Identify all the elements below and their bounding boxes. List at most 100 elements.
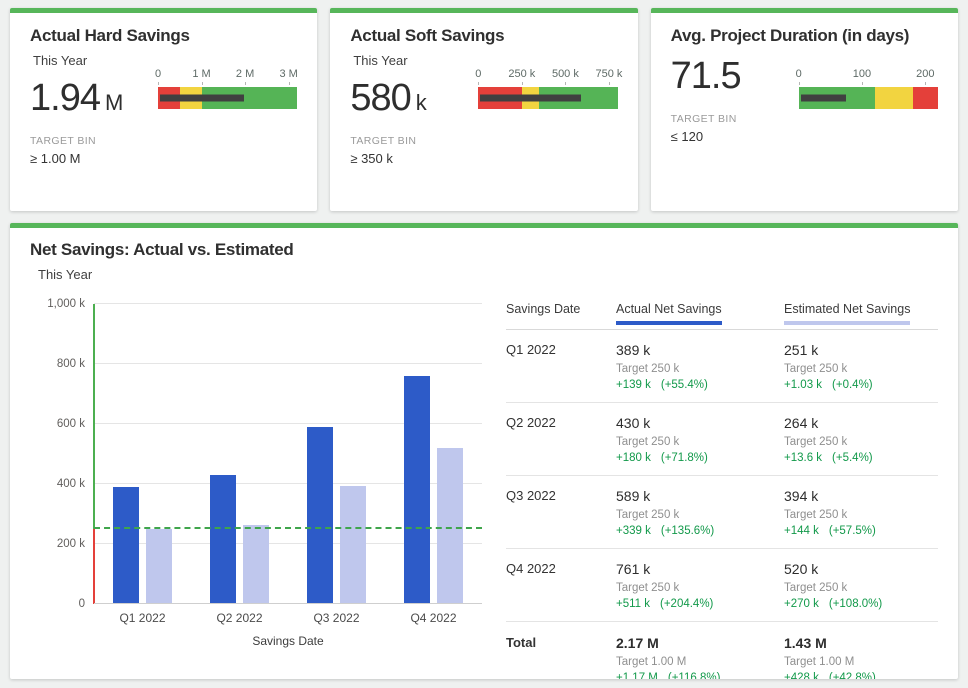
variance-percent: (+116.8%)	[668, 672, 721, 679]
x-axis-line	[94, 603, 482, 604]
bar-estimated-q3-2022[interactable]	[340, 486, 366, 604]
table-row-q1-2022[interactable]: Q1 2022 389 k Target 250 k +139 k(+55.4%) 25…	[506, 330, 938, 403]
y-tick-label: 600 k	[57, 418, 94, 430]
cell-value: 394 k	[784, 488, 938, 504]
bullet-tick-mark	[522, 82, 523, 85]
bullet-track	[799, 87, 938, 109]
bullet-axis: 01 M2 M3 M	[158, 68, 297, 85]
cell-actual: 589 kTarget 250 k+339 k(+135.6%)	[616, 488, 770, 537]
target-bin-label: TARGET BIN	[671, 113, 789, 125]
target-bin-value: ≥ 350 k	[350, 151, 468, 166]
cell-target: Target 1.00 M	[784, 656, 938, 668]
kpi-card-actual-soft-savings: Actual Soft Savings This Year 580 k TARG…	[330, 8, 637, 211]
row-label: Q3 2022	[506, 488, 602, 537]
cell-variance: +511 k(+204.4%)	[616, 598, 770, 610]
cell-estimated: 264 kTarget 250 k+13.6 k(+5.4%)	[784, 415, 938, 464]
bar-actual-q1-2022[interactable]	[113, 487, 139, 604]
bullet-tick-label: 1 M	[192, 68, 210, 80]
target-bin-value: ≥ 1.00 M	[30, 151, 148, 166]
bullet-axis: 0100200	[799, 68, 938, 85]
col-header-estimated: Estimated Net Savings	[784, 302, 910, 325]
variance-absolute: +511 k	[616, 598, 650, 610]
cell-target: Target 250 k	[784, 436, 938, 448]
cell-variance: +339 k(+135.6%)	[616, 525, 770, 537]
kpi-card-actual-hard-savings: Actual Hard Savings This Year 1.94 M TAR…	[10, 8, 317, 211]
bar-estimated-q1-2022[interactable]	[146, 529, 172, 604]
bullet-tick-mark	[799, 82, 800, 85]
cell-estimated: 1.43 MTarget 1.00 M+428 k(+42.8%)	[784, 635, 938, 679]
row-label: Total	[506, 635, 602, 679]
variance-percent: (+135.6%)	[661, 525, 714, 537]
variance-percent: (+108.0%)	[829, 598, 882, 610]
cell-variance: +1.17 M (+116.8%)	[616, 672, 770, 679]
cell-value: 2.17 M	[616, 635, 770, 651]
y-tick-label: 1,000 k	[47, 298, 94, 310]
bullet-tick-label: 0	[155, 68, 161, 80]
target-line	[94, 527, 482, 529]
bullet-tick-mark	[478, 82, 479, 85]
bullet-band-bad	[913, 87, 938, 109]
target-bin-label: TARGET BIN	[350, 135, 468, 147]
col-header-actual: Actual Net Savings	[616, 302, 722, 325]
cell-target: Target 1.00 M	[616, 656, 770, 668]
variance-absolute: +1.17 M	[616, 672, 658, 679]
cell-target: Target 250 k	[784, 363, 938, 375]
bar-estimated-q4-2022[interactable]	[437, 448, 463, 604]
bar-groups	[94, 304, 482, 604]
bullet-tick-label: 750 k	[595, 68, 622, 80]
target-bin-label: TARGET BIN	[30, 135, 148, 147]
bullet-tick-mark	[862, 82, 863, 85]
variance-absolute: +180 k	[616, 452, 651, 464]
cell-actual: 2.17 M Target 1.00 M +1.17 M (+116.8%)	[616, 635, 770, 679]
x-tick-label: Q4 2022	[385, 611, 482, 625]
bar-group-q3-2022	[288, 304, 385, 604]
y-tick-label: 800 k	[57, 358, 94, 370]
net-savings-card: Net Savings: Actual vs. Estimated This Y…	[10, 223, 958, 679]
kpi-value: 580 k	[350, 77, 468, 120]
cell-target: Target 250 k	[616, 582, 770, 594]
bullet-chart-project-duration: 0100200	[789, 68, 938, 144]
bar-actual-q3-2022[interactable]	[307, 427, 333, 604]
kpi-subtitle: This Year	[33, 53, 148, 68]
variance-percent: (+57.5%)	[829, 525, 876, 537]
variance-absolute: +270 k	[784, 598, 819, 610]
variance-percent: (+71.8%)	[661, 452, 708, 464]
kpi-value-number: 71.5	[671, 55, 741, 98]
table-row-q2-2022[interactable]: Q2 2022430 kTarget 250 k+180 k(+71.8%)26…	[506, 403, 938, 476]
kpi-subtitle: This Year	[353, 53, 468, 68]
bullet-tick-mark	[245, 82, 246, 85]
cell-value: 589 k	[616, 488, 770, 504]
cell-value: 1.43 M	[784, 635, 938, 651]
bullet-value-bar	[801, 95, 846, 102]
cell-estimated: 251 k Target 250 k +1.03 k (+0.4%)	[784, 342, 938, 391]
bar-chart: 0200 k400 k600 k800 k1,000 k Q1 2022Q2 2…	[30, 290, 482, 679]
cell-value: 389 k	[616, 342, 770, 358]
cell-estimated: 394 kTarget 250 k+144 k(+57.5%)	[784, 488, 938, 537]
kpi-value-number: 1.94	[30, 77, 100, 120]
cell-value: 251 k	[784, 342, 938, 358]
cell-variance: +139 k(+55.4%)	[616, 379, 770, 391]
bullet-tick-mark	[925, 82, 926, 85]
cell-target: Target 250 k	[784, 582, 938, 594]
bullet-tick-label: 250 k	[508, 68, 535, 80]
bullet-track	[158, 87, 297, 109]
bar-actual-q4-2022[interactable]	[404, 376, 430, 604]
chart-title: Net Savings: Actual vs. Estimated	[30, 240, 938, 260]
kpi-value-unit: k	[416, 90, 427, 116]
table-row-q4-2022[interactable]: Q4 2022761 kTarget 250 k+511 k(+204.4%)5…	[506, 549, 938, 622]
variance-absolute: +1.03 k	[784, 379, 822, 391]
variance-percent: (+0.4%)	[832, 379, 873, 391]
bar-actual-q2-2022[interactable]	[210, 475, 236, 604]
kpi-title: Actual Hard Savings	[30, 26, 297, 46]
x-tick-label: Q3 2022	[288, 611, 385, 625]
variance-percent: (+5.4%)	[832, 452, 873, 464]
table-row-q3-2022[interactable]: Q3 2022 589 kTarget 250 k+339 k(+135.6%) 3…	[506, 476, 938, 549]
cell-value: 761 k	[616, 561, 770, 577]
y-tick-label: 200 k	[57, 538, 94, 550]
table-row-total[interactable]: Total 2.17 M Target 1.00 M +1.17 M (+116.8%)…	[506, 622, 938, 679]
variance-percent: (+55.4%)	[661, 379, 708, 391]
row-label: Q1 2022	[506, 342, 602, 391]
row-label: Q4 2022	[506, 561, 602, 610]
bar-estimated-q2-2022[interactable]	[243, 525, 269, 604]
x-axis-labels: Q1 2022Q2 2022Q3 2022Q4 2022	[94, 611, 482, 625]
